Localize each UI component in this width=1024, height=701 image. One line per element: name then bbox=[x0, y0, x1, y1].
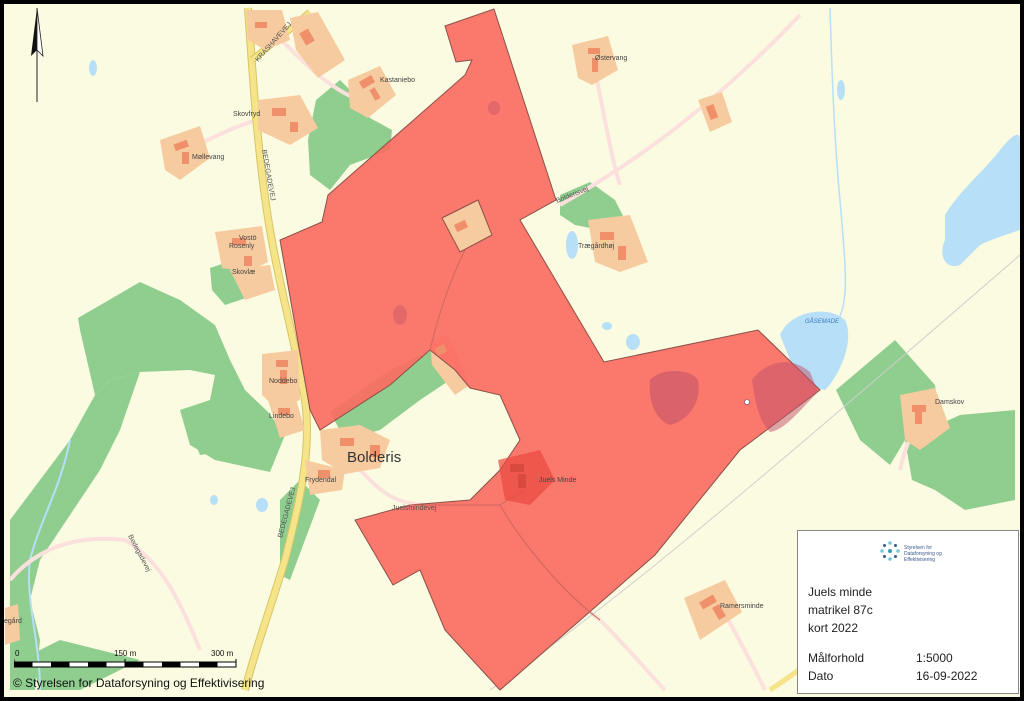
pond bbox=[602, 322, 612, 330]
pond bbox=[566, 231, 578, 259]
north-arrow-icon bbox=[31, 7, 44, 102]
place-label: Damskov bbox=[935, 399, 965, 406]
agency-logo-text: Styrelsen for Dataforsyning og Effektivi… bbox=[904, 545, 942, 563]
road bbox=[8, 536, 202, 651]
pond bbox=[210, 495, 218, 505]
building bbox=[510, 464, 524, 472]
building bbox=[290, 122, 298, 132]
place-label: Ramersminde bbox=[720, 603, 764, 610]
building bbox=[276, 360, 288, 367]
date-field-label: Dato bbox=[808, 669, 834, 683]
building bbox=[255, 22, 267, 28]
scale-field-label: Målforhold bbox=[808, 651, 865, 665]
place-label: Skovfryd bbox=[233, 111, 260, 118]
scale-label: 150 m bbox=[114, 649, 137, 658]
building bbox=[588, 48, 600, 54]
village-label: Bolderis bbox=[347, 449, 401, 466]
place-label: Skovlæ bbox=[232, 269, 255, 276]
scale-label: 0 bbox=[15, 649, 20, 658]
building bbox=[600, 232, 614, 240]
place-label: Noddebo bbox=[269, 378, 298, 385]
lake bbox=[942, 134, 1020, 266]
agency-logo-icon bbox=[880, 541, 900, 561]
building bbox=[518, 474, 526, 488]
water-label: GÅSEMADE bbox=[805, 318, 840, 325]
map-subtitle: matrikel 87c bbox=[808, 603, 873, 617]
road bbox=[598, 618, 667, 692]
building bbox=[272, 108, 286, 116]
road-label: Bedegadevej bbox=[126, 534, 152, 574]
scale-bar: 0 150 m 300 m bbox=[13, 649, 240, 676]
place-label: Rosenly bbox=[229, 243, 255, 250]
building bbox=[182, 152, 189, 164]
map-title: Juels minde bbox=[808, 585, 873, 599]
road-label: Juelsmindevej bbox=[392, 505, 437, 512]
copyright-text: © Styrelsen for Dataforsyning og Effekti… bbox=[13, 676, 265, 690]
pond bbox=[837, 80, 845, 100]
place-label: Trægårdhøj bbox=[578, 242, 615, 250]
forest-area bbox=[10, 372, 140, 690]
scale-label: 300 m bbox=[211, 649, 234, 658]
building bbox=[912, 405, 926, 412]
place-label: Østervang bbox=[595, 55, 627, 62]
place-label: Juels Minde bbox=[539, 477, 576, 484]
plot bbox=[290, 12, 345, 78]
map-frame: KRASHAVEVEJ BEDEGADEVEJ BEDEGADEVEJ Bold… bbox=[0, 0, 1024, 701]
place-label: Lindebo bbox=[269, 413, 294, 420]
map-year: kort 2022 bbox=[808, 621, 859, 635]
place-label: Kastaniebo bbox=[380, 77, 415, 84]
point-marker bbox=[744, 399, 750, 405]
pond bbox=[626, 334, 640, 350]
building bbox=[340, 438, 354, 446]
building bbox=[244, 256, 252, 266]
pond bbox=[256, 498, 268, 512]
place-label: Vostö bbox=[239, 235, 257, 242]
agency-logo: Styrelsen for Dataforsyning og Effektivi… bbox=[878, 539, 988, 569]
map-info-box: Styrelsen for Dataforsyning og Effektivi… bbox=[797, 530, 1019, 694]
building bbox=[915, 412, 922, 424]
scale-field-value: 1:5000 bbox=[916, 651, 953, 665]
date-field-value: 16-09-2022 bbox=[916, 669, 978, 683]
road bbox=[594, 74, 622, 186]
place-label: Møllevang bbox=[192, 154, 224, 161]
wet-area bbox=[393, 305, 407, 325]
building bbox=[618, 246, 626, 260]
pond bbox=[89, 60, 97, 76]
wet-area bbox=[488, 101, 500, 115]
place-label: Frydendal bbox=[305, 477, 337, 484]
place-label: egård bbox=[4, 617, 22, 625]
stream bbox=[829, 7, 847, 321]
